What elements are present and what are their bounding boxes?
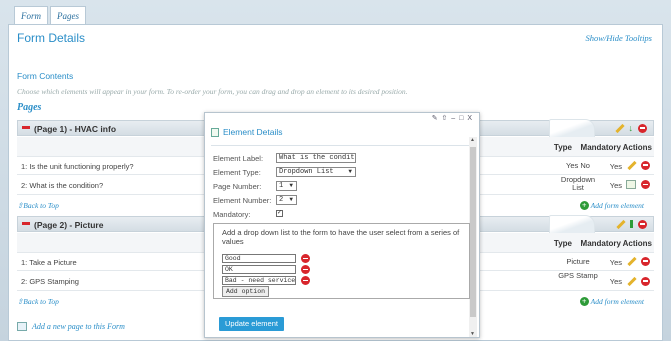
page-curl-decoration — [549, 215, 595, 235]
edit-icon[interactable] — [626, 160, 636, 170]
back-to-top-label: Back to Top — [23, 297, 59, 306]
back-to-top-link[interactable]: ⇧Back to Top — [17, 297, 59, 306]
remove-option-icon[interactable] — [301, 265, 310, 274]
delete-page-icon[interactable] — [638, 123, 647, 133]
form-contents-heading: Form Contents — [17, 71, 74, 81]
actions-column-header: Actions — [622, 143, 652, 152]
mandatory-column-header: Mandatory — [580, 143, 621, 152]
delete-icon[interactable] — [641, 276, 650, 286]
option-input[interactable]: Bad - need service — [222, 276, 296, 285]
edit-icon[interactable] — [626, 276, 636, 286]
delete-icon[interactable] — [641, 160, 650, 170]
edit-icon[interactable] — [626, 256, 636, 266]
element-mandatory: Yes — [609, 277, 622, 286]
element-details-dialog: ✎ ⇧ – □ X Element Details ▲ ▼ Element La… — [204, 112, 480, 338]
chevron-down-icon: ▼ — [289, 196, 293, 203]
element-type-label: Element Type: — [213, 168, 261, 177]
chevron-down-icon: ▼ — [348, 168, 352, 175]
element-label-label: Element Label: — [213, 154, 264, 163]
pages-heading: Pages — [17, 102, 42, 113]
add-option-button[interactable]: Add option — [222, 286, 270, 297]
page-2-title: (Page 2) - Picture — [34, 220, 104, 230]
element-question: 2: GPS Stamping — [21, 277, 79, 286]
element-mandatory: Yes — [609, 258, 622, 267]
back-to-top-label: Back to Top — [23, 201, 59, 210]
page-number-label: Page Number: — [213, 182, 262, 191]
tab-pages[interactable]: Pages — [50, 6, 86, 26]
page-1-title: (Page 1) - HVAC info — [34, 124, 117, 134]
option-input[interactable]: Good — [222, 254, 296, 263]
move-down-icon[interactable]: ↓ — [629, 123, 634, 133]
element-number-select[interactable]: 2 ▼ — [276, 195, 297, 205]
page-number-value: 1 — [279, 182, 284, 190]
edit-list-icon[interactable] — [626, 180, 636, 189]
remove-option-icon[interactable] — [301, 276, 310, 285]
add-page-link[interactable]: Add a new page to this Form — [17, 322, 125, 331]
tab-bar: Form Pages — [14, 6, 86, 26]
dialog-scrollbar[interactable]: ▲ ▼ — [469, 137, 477, 337]
add-form-element-label: Add form element — [590, 297, 644, 306]
option-input[interactable]: OK — [222, 265, 296, 274]
dialog-title-text: Element Details — [223, 127, 283, 137]
type-column-header: Type — [553, 239, 572, 248]
edit-page-icon[interactable] — [614, 123, 624, 133]
element-type: Picture — [566, 257, 590, 266]
actions-column-header: Actions — [622, 239, 652, 248]
scroll-up-icon[interactable]: ▲ — [470, 137, 475, 143]
tab-form[interactable]: Form — [14, 6, 48, 24]
delete-icon[interactable] — [641, 180, 650, 189]
element-question: 1: Is the unit functioning properly? — [21, 162, 134, 171]
chevron-down-icon: ▼ — [289, 182, 293, 189]
toggle-tooltips-link[interactable]: Show/Hide Tooltips — [585, 33, 652, 43]
element-type: Dropdown List — [560, 175, 596, 192]
page-curl-decoration — [549, 119, 595, 139]
scroll-thumb[interactable] — [470, 147, 476, 317]
page-title: Form Details — [17, 31, 86, 45]
document-icon — [211, 127, 219, 137]
add-form-element-link[interactable]: + Add form element — [579, 297, 644, 306]
divider — [211, 145, 469, 146]
mandatory-column-header: Mandatory — [580, 239, 621, 248]
remove-option-icon[interactable] — [301, 254, 310, 263]
element-type-select[interactable]: Dropdown List ▼ — [276, 167, 356, 177]
element-mandatory: Yes — [609, 162, 622, 171]
move-up-icon[interactable] — [630, 220, 633, 228]
options-description: Add a drop down list to the form to have… — [222, 228, 460, 246]
mandatory-checkbox[interactable]: ✓ — [276, 210, 283, 217]
page-number-select[interactable]: 1 ▼ — [276, 181, 297, 191]
add-icon: + — [579, 297, 589, 306]
element-question: 1: Take a Picture — [21, 258, 77, 267]
add-form-element-label: Add form element — [590, 201, 644, 210]
scroll-down-icon[interactable]: ▼ — [470, 331, 475, 337]
form-contents-description: Choose which elements will appear in you… — [17, 87, 408, 96]
collapse-icon[interactable] — [22, 222, 30, 225]
back-to-top-link[interactable]: ⇧Back to Top — [17, 201, 59, 210]
element-number-value: 2 — [279, 196, 284, 204]
collapse-icon[interactable] — [22, 126, 30, 129]
delete-page-icon[interactable] — [638, 219, 647, 229]
element-mandatory: Yes — [609, 181, 622, 190]
add-icon: + — [579, 201, 589, 210]
element-type-value: Dropdown List — [279, 168, 334, 176]
element-question: 2: What is the condition? — [21, 181, 104, 190]
dialog-title: Element Details — [211, 127, 283, 137]
delete-icon[interactable] — [641, 256, 650, 266]
update-element-button[interactable]: Update element — [219, 317, 284, 331]
window-controls[interactable]: ✎ ⇧ – □ X — [432, 114, 473, 122]
add-page-icon — [17, 322, 27, 331]
element-label-input[interactable]: What is the conditio — [276, 153, 356, 163]
element-number-label: Element Number: — [213, 196, 272, 205]
element-type: GPS Stamp — [558, 271, 598, 280]
add-page-label: Add a new page to this Form — [32, 322, 125, 331]
edit-page-icon[interactable] — [615, 219, 625, 229]
mandatory-label: Mandatory: — [213, 210, 251, 219]
options-box: Add a drop down list to the form to have… — [213, 223, 470, 299]
type-column-header: Type — [553, 143, 572, 152]
add-form-element-link[interactable]: + Add form element — [579, 201, 644, 210]
element-type: Yes No — [566, 161, 590, 170]
